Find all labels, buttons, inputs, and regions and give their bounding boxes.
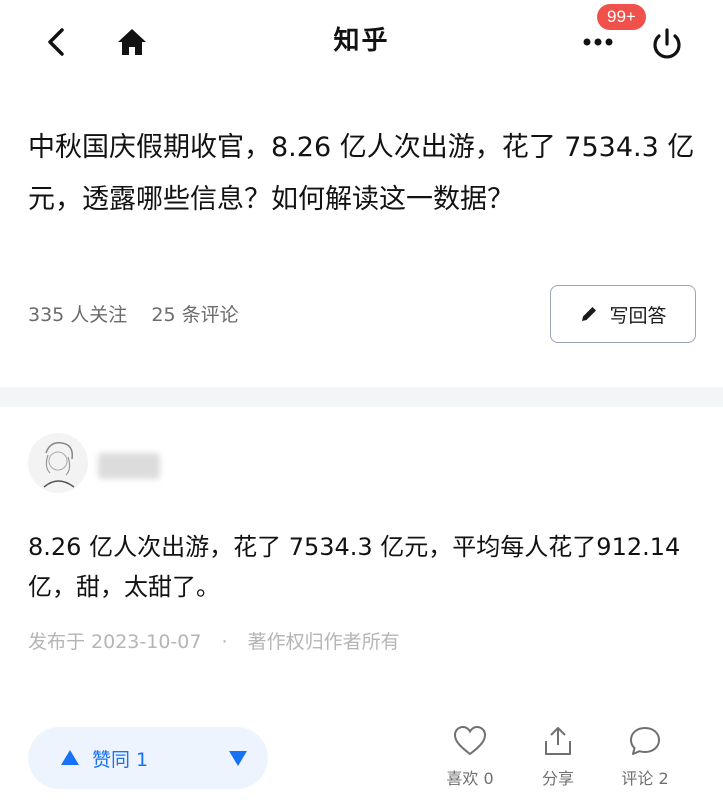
pencil-icon (582, 307, 597, 321)
question-meta: 335 人关注 25 条评论 (28, 300, 257, 327)
like-button[interactable]: 喜欢 0 (430, 725, 510, 789)
publish-date: 发布于 2023-10-07 (28, 631, 202, 653)
author-name-blurred[interactable] (98, 453, 160, 479)
answer-meta: 发布于 2023-10-07 · 著作权归作者所有 (28, 627, 400, 654)
question-title[interactable]: 中秋国庆假期收官，8.26 亿人次出游，花了 7534.3 亿元，透露哪些信息？… (28, 122, 698, 226)
write-answer-label: 写回答 (609, 304, 667, 327)
comment-bubble-icon (630, 727, 660, 755)
write-answer-button[interactable]: 写回答 (550, 285, 696, 343)
triangle-up-icon (61, 750, 79, 765)
comment-label: 评论 2 (621, 769, 669, 788)
avatar[interactable] (28, 433, 88, 493)
power-icon (653, 28, 681, 59)
share-label: 分享 (541, 769, 574, 788)
like-label: 喜欢 0 (446, 769, 494, 788)
comment-button[interactable]: 评论 2 (605, 725, 685, 789)
answer-card: 8.26 亿人次出游，花了 7534.3 亿元，平均每人花了912.14亿，甜，… (0, 407, 723, 800)
question-card: 中秋国庆假期收官，8.26 亿人次出游，花了 7534.3 亿元，透露哪些信息？… (0, 82, 723, 387)
upvote-label: 赞同 1 (92, 748, 149, 771)
triangle-down-icon (229, 751, 247, 766)
heart-icon (453, 725, 487, 756)
share-icon (545, 727, 571, 755)
section-divider (0, 387, 723, 407)
upvote-button[interactable]: 赞同 1 (28, 727, 196, 789)
notification-badge[interactable]: 99+ (597, 4, 646, 30)
vote-control: 赞同 1 (28, 727, 268, 789)
answer-content[interactable]: 8.26 亿人次出游，花了 7534.3 亿元，平均每人花了912.14亿，甜，… (28, 527, 703, 607)
power-button[interactable] (646, 22, 688, 64)
follower-count[interactable]: 335 人关注 (28, 304, 127, 326)
share-button[interactable]: 分享 (518, 725, 598, 789)
downvote-button[interactable] (208, 727, 268, 789)
top-bar: 知乎 99+ (0, 0, 723, 82)
comment-count[interactable]: 25 条评论 (151, 304, 238, 326)
avatar-sketch-icon (43, 441, 75, 488)
meta-separator: · (221, 631, 228, 653)
copyright-note: 著作权归作者所有 (247, 631, 400, 653)
